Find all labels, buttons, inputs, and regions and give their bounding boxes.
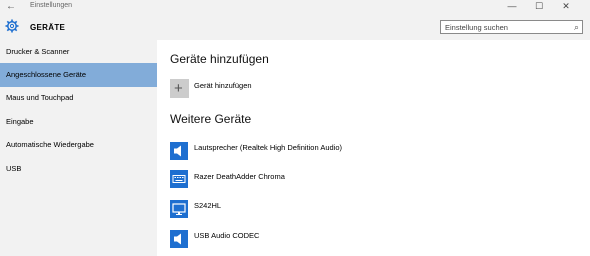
monitor-icon[interactable] [170,200,188,218]
sidebar-item-label: Drucker & Scanner [6,47,70,56]
search-icon[interactable]: ⌕ [574,22,579,33]
sidebar-item-label: Maus und Touchpad [6,93,74,102]
plus-icon: + [174,80,183,97]
speaker-icon[interactable] [170,230,188,248]
title-bar: ← Einstellungen — ☐ ✕ [0,0,590,14]
sidebar-item-maus-touchpad[interactable]: Maus und Touchpad [0,86,157,110]
sidebar-item-label: USB [6,164,22,173]
maximize-button[interactable]: ☐ [529,1,549,12]
page-title: GERÄTE [30,23,66,32]
add-device-button[interactable]: + [170,79,189,98]
sidebar-item-drucker-scanner[interactable]: Drucker & Scanner [0,40,157,64]
sidebar: Drucker & Scanner Angeschlossene Geräte … [0,40,157,256]
device-label[interactable]: Razer DeathAdder Chroma [194,172,285,181]
keyboard-icon[interactable] [170,170,188,188]
window-title: Einstellungen [30,2,73,9]
add-devices-heading: Geräte hinzufügen [170,52,269,66]
sidebar-item-label: Angeschlossene Geräte [6,70,87,79]
sidebar-item-label: Eingabe [6,117,34,126]
sidebar-item-label: Automatische Wiedergabe [6,140,94,149]
gear-icon [5,19,19,33]
back-arrow-icon[interactable]: ← [6,1,16,12]
speaker-icon[interactable] [170,142,188,160]
main-content: Geräte hinzufügen + Gerät hinzufügen Wei… [157,40,590,256]
search-placeholder: Einstellung suchen [445,23,508,32]
other-devices-heading: Weitere Geräte [170,112,252,126]
minimize-button[interactable]: — [502,1,522,11]
device-label[interactable]: Lautsprecher (Realtek High Definition Au… [194,143,342,152]
add-device-label[interactable]: Gerät hinzufügen [194,81,252,90]
search-input[interactable]: Einstellung suchen ⌕ [440,20,583,34]
sidebar-item-usb[interactable]: USB [0,157,157,181]
sidebar-item-angeschlossene-geraete[interactable]: Angeschlossene Geräte [0,63,157,87]
device-label[interactable]: S242HL [194,201,221,210]
device-label[interactable]: USB Audio CODEC [194,231,259,240]
close-button[interactable]: ✕ [556,1,576,12]
sidebar-item-eingabe[interactable]: Eingabe [0,110,157,134]
sidebar-item-automatische-wiedergabe[interactable]: Automatische Wiedergabe [0,133,157,157]
